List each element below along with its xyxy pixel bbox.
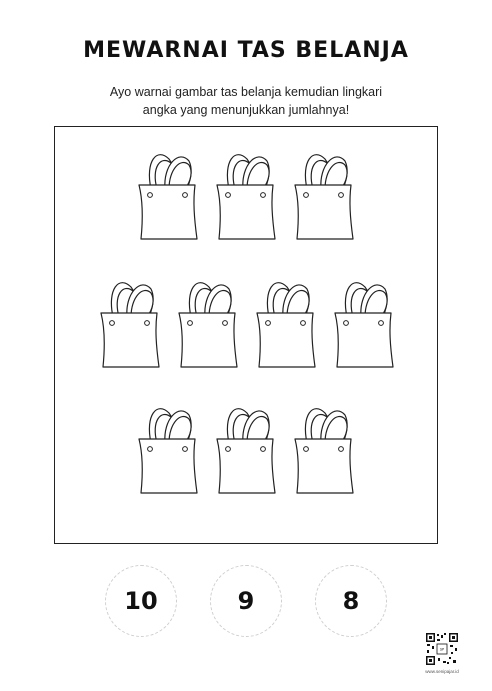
- shopping-bag-icon: [291, 149, 357, 241]
- shopping-bag-icon: [175, 277, 241, 369]
- answer-label: 10: [124, 587, 158, 615]
- answer-label: 9: [237, 587, 255, 615]
- answer-choice-3[interactable]: 8: [315, 565, 387, 637]
- qr-code-icon: SP: [425, 632, 459, 666]
- svg-text:SP: SP: [440, 648, 444, 652]
- website-caption: www.senipajar.id: [425, 669, 459, 674]
- instruction-text: Ayo warnai gambar tas belanja kemudian l…: [60, 83, 432, 119]
- shopping-bag-icon: [291, 403, 357, 495]
- shopping-bag-icon: [331, 277, 397, 369]
- coloring-frame: [54, 126, 438, 544]
- worksheet-title: MEWARNAI TAS BELANJA: [83, 38, 409, 63]
- answer-choice-1[interactable]: 10: [105, 565, 177, 637]
- instruction-line-1: Ayo warnai gambar tas belanja kemudian l…: [109, 85, 383, 99]
- shopping-bag-icon: [213, 149, 279, 241]
- instruction-line-2: angka yang menunjukkan jumlahnya!: [142, 103, 350, 117]
- answer-label: 8: [342, 587, 360, 615]
- answer-choice-2[interactable]: 9: [210, 565, 282, 637]
- shopping-bag-icon: [213, 403, 279, 495]
- shopping-bag-icon: [135, 403, 201, 495]
- shopping-bag-icon: [97, 277, 163, 369]
- shopping-bag-icon: [253, 277, 319, 369]
- shopping-bag-icon: [135, 149, 201, 241]
